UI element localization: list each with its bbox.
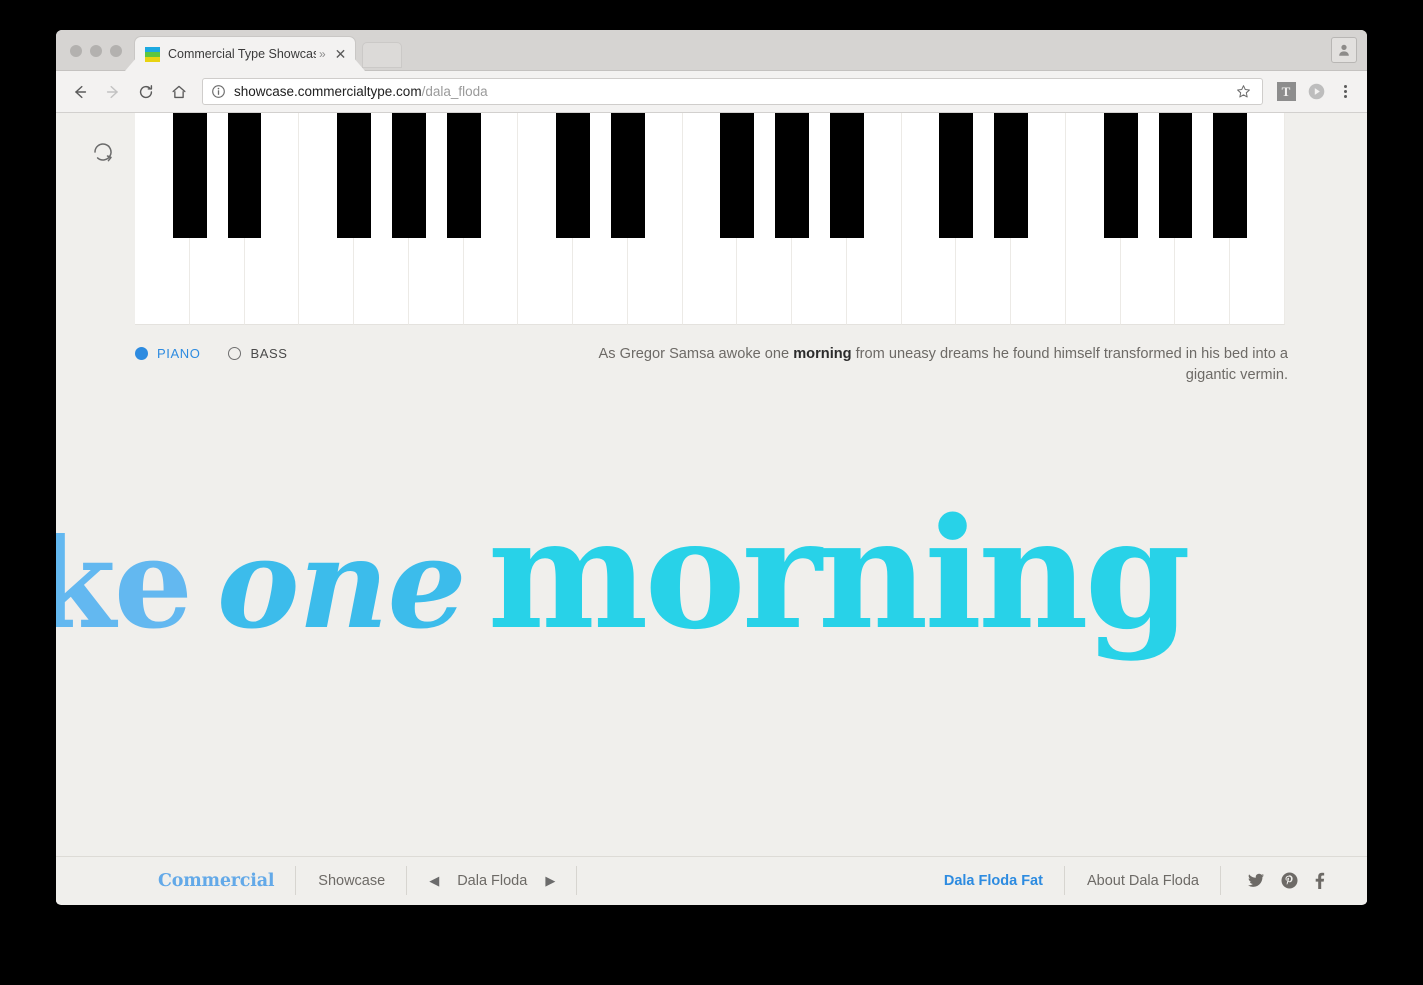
footer-right-group: Dala Floda Fat About Dala Floda: [922, 857, 1337, 904]
extension-t-glyph: T: [1276, 82, 1296, 101]
browser-window: Commercial Type Showcase » ✕ showcase.co…: [56, 30, 1367, 905]
reload-icon[interactable]: [132, 78, 160, 106]
piano-black-key[interactable]: [994, 113, 1029, 238]
piano-black-key[interactable]: [227, 113, 262, 238]
piano-black-key[interactable]: [1103, 113, 1138, 238]
piano-black-key[interactable]: [610, 113, 645, 238]
maximize-window-button[interactable]: [110, 45, 122, 57]
piano-black-key[interactable]: [172, 113, 207, 238]
minimize-window-button[interactable]: [90, 45, 102, 57]
type-display-stage: ke one morning: [56, 498, 1367, 798]
page-content: PIANO BASS As Gregor Samsa awoke one mor…: [56, 113, 1367, 904]
instrument-option-piano[interactable]: PIANO: [135, 346, 200, 361]
menu-dot: [1343, 95, 1347, 98]
piano-keyboard[interactable]: [135, 113, 1285, 325]
pinterest-icon[interactable]: [1281, 872, 1298, 889]
play-circle-icon[interactable]: [1303, 79, 1329, 105]
tab-overflow-marker: »: [319, 47, 326, 61]
radio-mark-piano: [135, 347, 148, 360]
replay-counterclockwise-icon[interactable]: [92, 141, 114, 163]
piano-black-key[interactable]: [446, 113, 481, 238]
display-word-1: ke: [56, 512, 193, 657]
site-info-icon[interactable]: [211, 84, 226, 99]
piano-black-key[interactable]: [829, 113, 864, 238]
piano-keyboard-section: [56, 113, 1367, 327]
facebook-icon[interactable]: [1314, 872, 1325, 890]
profile-avatar-icon[interactable]: [1331, 37, 1357, 63]
window-traffic-lights: [70, 45, 122, 57]
instrument-label-bass: BASS: [250, 346, 288, 361]
menu-dot: [1343, 90, 1347, 93]
display-word-3: morning: [487, 498, 1191, 663]
footer-social-group: [1221, 857, 1337, 904]
footer-link-about[interactable]: About Dala Floda: [1065, 857, 1222, 904]
piano-black-key[interactable]: [775, 113, 810, 238]
instrument-radio-group: PIANO BASS: [135, 344, 288, 361]
specimen-paragraph: As Gregor Samsa awoke one morning from u…: [571, 344, 1288, 386]
three-dot-menu-icon[interactable]: [1333, 85, 1357, 98]
footer-link-showcase[interactable]: Showcase: [296, 857, 408, 904]
close-window-button[interactable]: [70, 45, 82, 57]
twitter-icon[interactable]: [1247, 873, 1265, 889]
url-host: showcase.commercialtype.com: [234, 84, 422, 99]
specimen-before: As Gregor Samsa awoke one: [598, 346, 794, 362]
home-icon[interactable]: [165, 78, 193, 106]
piano-black-key[interactable]: [1213, 113, 1248, 238]
back-arrow-icon[interactable]: [66, 78, 94, 106]
specimen-after: from uneasy dreams he found himself tran…: [851, 346, 1288, 383]
extension-text-icon[interactable]: T: [1273, 79, 1299, 105]
browser-tab-active[interactable]: Commercial Type Showcase » ✕: [134, 36, 356, 71]
site-footer: Commercial Showcase ◀ Dala Floda ▶ Dala …: [56, 856, 1367, 904]
new-tab-button[interactable]: [362, 42, 402, 68]
controls-row: PIANO BASS As Gregor Samsa awoke one mor…: [135, 327, 1288, 386]
next-family-arrow-icon[interactable]: ▶: [545, 874, 555, 887]
piano-black-key[interactable]: [720, 113, 755, 238]
type-display-line: ke one morning: [56, 498, 1191, 650]
url-path: /dala_floda: [421, 84, 488, 99]
footer-family-name[interactable]: Dala Floda: [457, 873, 527, 889]
tab-title: Commercial Type Showcase: [168, 47, 316, 61]
specimen-highlight: morning: [793, 346, 852, 362]
menu-dot: [1343, 85, 1347, 88]
address-bar[interactable]: showcase.commercialtype.com/dala_floda: [202, 78, 1263, 105]
url-text: showcase.commercialtype.com/dala_floda: [234, 84, 488, 99]
footer-weight-dala-floda-fat[interactable]: Dala Floda Fat: [922, 857, 1066, 904]
display-word-2: one: [216, 512, 467, 657]
prev-family-arrow-icon[interactable]: ◀: [429, 874, 439, 887]
close-icon[interactable]: ✕: [332, 46, 349, 63]
commercial-type-favicon: [145, 46, 160, 62]
piano-black-key[interactable]: [391, 113, 426, 238]
radio-mark-bass: [228, 347, 242, 360]
instrument-option-bass[interactable]: BASS: [228, 346, 287, 361]
piano-black-key[interactable]: [1158, 113, 1193, 238]
browser-toolbar: showcase.commercialtype.com/dala_floda T: [56, 71, 1367, 113]
bookmark-star-icon[interactable]: [1232, 84, 1254, 99]
forward-arrow-icon[interactable]: [99, 78, 127, 106]
tab-strip: Commercial Type Showcase » ✕: [56, 30, 1367, 71]
piano-black-key[interactable]: [337, 113, 371, 238]
piano-black-key[interactable]: [939, 113, 974, 238]
footer-family-nav: ◀ Dala Floda ▶: [407, 857, 578, 904]
footer-brand-commercial[interactable]: Commercial: [136, 857, 297, 904]
piano-black-key[interactable]: [556, 113, 591, 238]
instrument-label-piano: PIANO: [157, 346, 201, 361]
